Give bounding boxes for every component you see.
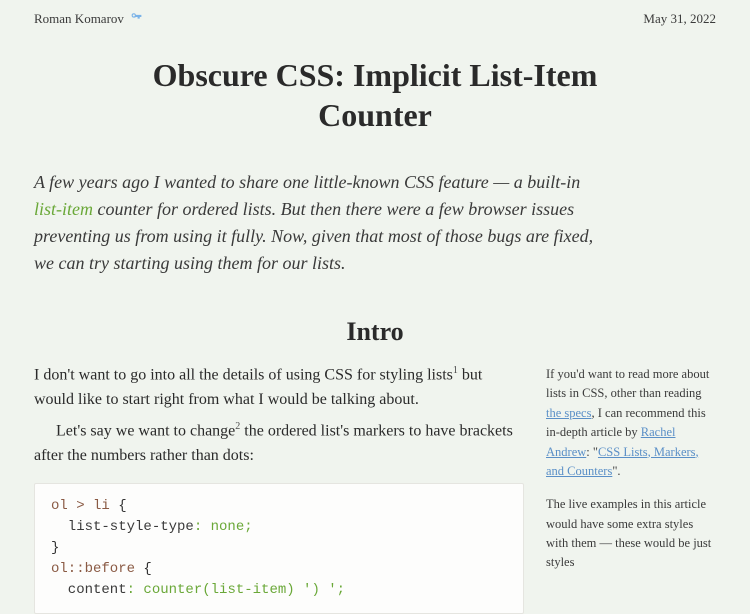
sidebar-column: If you'd want to read more about lists i… <box>546 363 716 614</box>
page-header: Roman Komarov May 31, 2022 <box>34 10 716 27</box>
key-icon <box>130 10 143 27</box>
list-item-link[interactable]: list-item <box>34 199 93 219</box>
author-name: Roman Komarov <box>34 11 124 27</box>
author-block: Roman Komarov <box>34 10 143 27</box>
code-block: ol > li { list-style-type: none; } ol::b… <box>34 483 524 614</box>
section-heading-intro: Intro <box>34 317 716 347</box>
body-paragraph: Let's say we want to change2 the ordered… <box>34 419 524 469</box>
content-row: I don't want to go into all the details … <box>34 363 716 614</box>
article-title: Obscure CSS: Implicit List-Item Counter <box>135 55 615 135</box>
body-paragraph: I don't want to go into all the details … <box>34 363 524 413</box>
intro-paragraph: A few years ago I wanted to share one li… <box>34 169 594 277</box>
main-column: I don't want to go into all the details … <box>34 363 524 614</box>
sidebar-note-2: The live examples in this article would … <box>546 495 716 573</box>
sidebar-note-1: If you'd want to read more about lists i… <box>546 365 716 481</box>
publish-date: May 31, 2022 <box>643 11 716 27</box>
specs-link[interactable]: the specs <box>546 406 591 420</box>
